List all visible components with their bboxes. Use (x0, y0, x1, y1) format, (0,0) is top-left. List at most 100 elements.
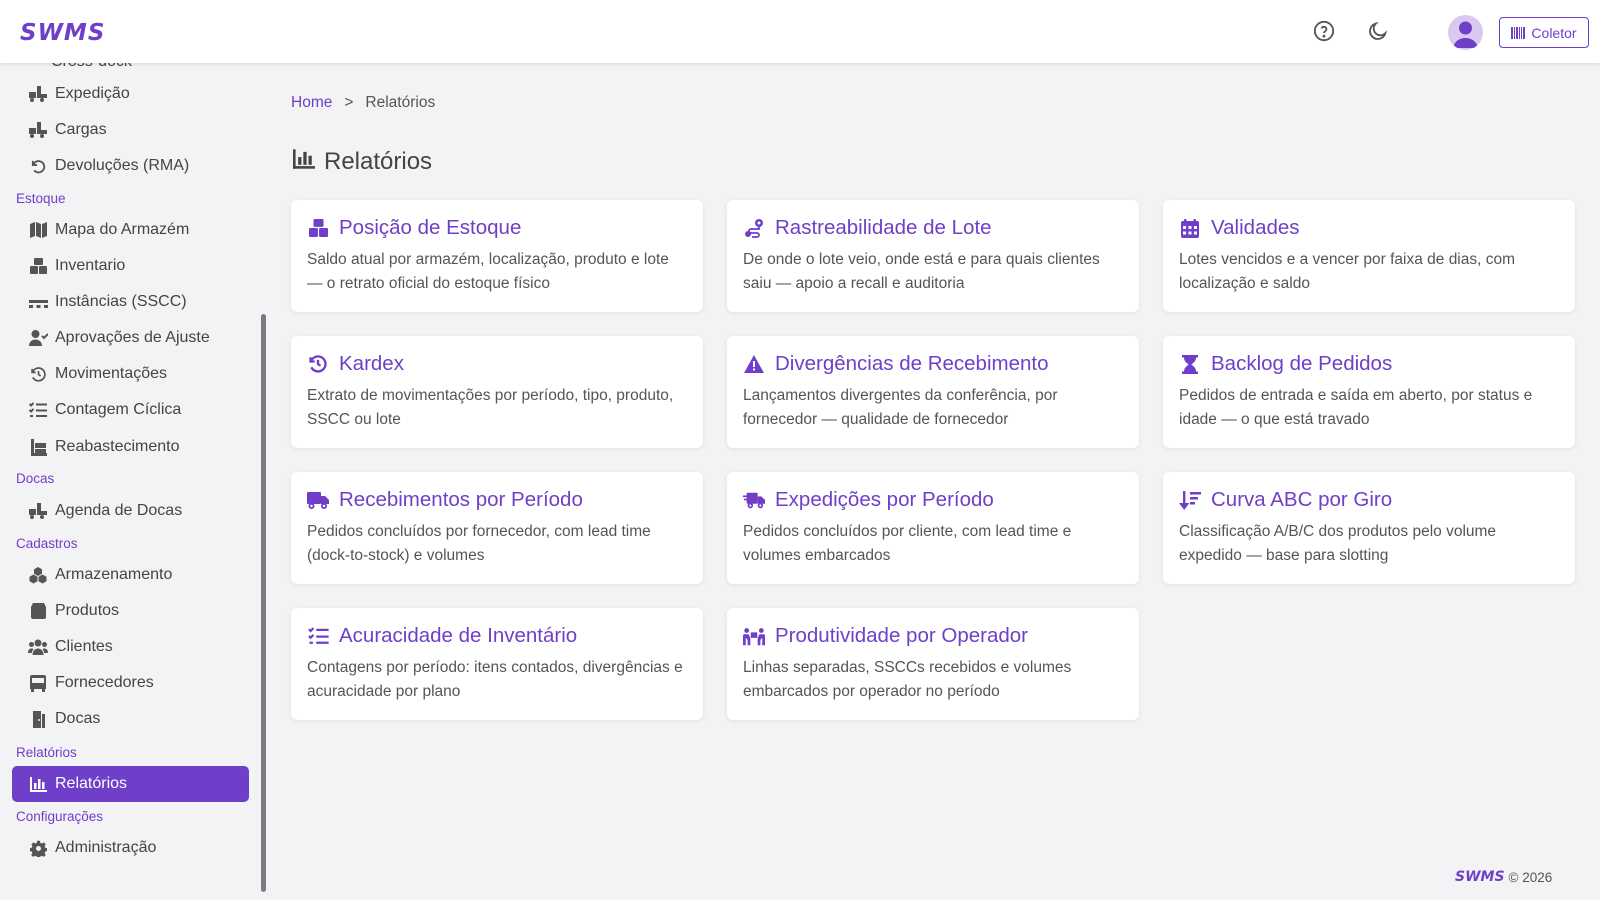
truck-loading-icon (28, 84, 48, 104)
sidebar-item-administracao[interactable]: Administração (12, 830, 249, 866)
sidebar-item-cargas[interactable]: Cargas (12, 112, 249, 148)
sidebar-item-label: Inventario (55, 257, 126, 274)
route-icon (743, 217, 765, 239)
report-card-title: Acuracidade de Inventário (339, 624, 578, 647)
sidebar-item-contagem-ciclica[interactable]: Contagem Cíclica (12, 392, 249, 428)
sidebar-item-armazenamento[interactable]: Armazenamento (12, 557, 249, 593)
report-card-title: Backlog de Pedidos (1211, 352, 1393, 375)
report-card-divergencias-recebimento[interactable]: Divergências de Recebimento Lançamentos … (727, 336, 1139, 448)
report-card-description: Classificação A/B/C dos produtos pelo vo… (1179, 523, 1497, 564)
breadcrumb-home-link[interactable]: Home (291, 94, 332, 112)
list-check-icon (28, 400, 48, 420)
footer-logo: SWMS (1455, 869, 1505, 885)
sidebar-item-clientes[interactable]: Clientes (12, 629, 249, 665)
chart-bar-icon (293, 148, 315, 176)
breadcrumb-separator: > (344, 94, 354, 111)
report-card-acuracidade-inventario[interactable]: Acuracidade de Inventário Contagens por … (291, 608, 703, 720)
sort-down-icon (1179, 489, 1201, 511)
sidebar-item-label: Contagem Cíclica (55, 401, 182, 418)
sidebar-item-devolucoes[interactable]: Devoluções (RMA) (12, 148, 249, 184)
sidebar-item-produtos[interactable]: Produtos (12, 593, 249, 629)
report-card-backlog-pedidos[interactable]: Backlog de Pedidos Pedidos de entrada e … (1163, 336, 1575, 448)
warning-icon (743, 353, 765, 375)
sidebar-item-label: Cargas (55, 121, 107, 138)
report-card-rastreabilidade-lote[interactable]: Rastreabilidade de Lote De onde o lote v… (727, 200, 1139, 312)
sidebar-item-label: Clientes (55, 638, 113, 655)
user-avatar-icon[interactable] (1448, 15, 1483, 50)
sidebar-section-estoque: Estoque (16, 191, 66, 206)
report-card-description: De onde o lote veio, onde está e para qu… (743, 251, 1100, 292)
gear-icon (28, 838, 48, 858)
hourglass-icon (1179, 353, 1201, 375)
sidebar-cut-item: Cross-dock (51, 63, 132, 71)
top-bar: SWMS Coletor (0, 0, 1600, 63)
sidebar-section-configuracoes: Configurações (16, 809, 104, 824)
brand-logo[interactable]: SWMS (20, 18, 105, 48)
report-card-description: Linhas separadas, SSCCs recebidos e volu… (743, 659, 1072, 700)
dolly-icon (28, 437, 48, 457)
sidebar-item-docas[interactable]: Docas (12, 701, 249, 737)
help-circle-icon[interactable] (1311, 18, 1337, 44)
report-card-description: Lotes vencidos e a vencer por faixa de d… (1179, 251, 1516, 292)
sidebar-item-label: Armazenamento (55, 566, 173, 583)
sidebar-item-agenda-docas[interactable]: Agenda de Docas (12, 493, 249, 529)
people-carry-icon (743, 625, 765, 647)
report-card-curva-abc[interactable]: Curva ABC por Giro Classificação A/B/C d… (1163, 472, 1575, 584)
sidebar: Cross-dock Expedição Cargas Devoluções (… (0, 63, 270, 900)
sidebar-item-label: Administração (55, 839, 157, 856)
sidebar-item-label: Agenda de Docas (55, 502, 183, 519)
sidebar-scrollbar[interactable] (261, 314, 266, 892)
sidebar-item-inventario[interactable]: Inventario (12, 248, 249, 284)
report-card-description: Pedidos concluídos por cliente, com lead… (743, 523, 1072, 564)
truck-fast-icon (743, 489, 765, 511)
report-card-description: Lançamentos divergentes da conferência, … (743, 387, 1058, 428)
report-card-kardex[interactable]: Kardex Extrato de movimentações por perí… (291, 336, 703, 448)
page-title: Relatórios (293, 148, 432, 176)
report-card-posicao-estoque[interactable]: Posição de Estoque Saldo atual por armaz… (291, 200, 703, 312)
sidebar-item-label: Mapa do Armazém (55, 221, 190, 238)
pallet-icon (28, 292, 48, 312)
page-title-text: Relatórios (324, 148, 433, 175)
sidebar-item-label: Fornecedores (55, 674, 154, 691)
report-card-produtividade-operador[interactable]: Produtividade por Operador Linhas separa… (727, 608, 1139, 720)
report-card-title: Rastreabilidade de Lote (775, 216, 992, 239)
report-card-title: Curva ABC por Giro (1211, 488, 1393, 511)
sidebar-item-label: Aprovações de Ajuste (55, 329, 210, 346)
sidebar-item-expedicao[interactable]: Expedição (12, 76, 249, 112)
cubes-icon (28, 565, 48, 585)
report-card-description: Saldo atual por armazém, localização, pr… (307, 251, 669, 292)
sidebar-item-relatorios[interactable]: Relatórios (12, 766, 249, 802)
report-card-validades[interactable]: Validades Lotes vencidos e a vencer por … (1163, 200, 1575, 312)
report-card-recebimentos-periodo[interactable]: Recebimentos por Período Pedidos concluí… (291, 472, 703, 584)
sidebar-item-aprovacoes[interactable]: Aprovações de Ajuste (12, 320, 249, 356)
report-card-title: Kardex (339, 352, 404, 375)
coletor-button[interactable]: Coletor (1499, 17, 1589, 48)
boxes-icon (307, 217, 329, 239)
undo-icon (28, 156, 48, 176)
report-card-description: Extrato de movimentações por período, ti… (307, 387, 674, 428)
chart-bar-icon (28, 774, 48, 794)
sidebar-item-label: Movimentações (55, 365, 168, 382)
moon-icon[interactable] (1365, 18, 1391, 44)
report-card-description: Pedidos concluídos por fornecedor, com l… (307, 523, 651, 564)
coletor-label: Coletor (1531, 24, 1577, 41)
footer-copyright: © 2026 (1508, 869, 1553, 885)
truck-loading-icon (28, 501, 48, 521)
user-check-icon (28, 328, 48, 348)
sidebar-item-label: Docas (55, 710, 101, 727)
report-card-expedicoes-periodo[interactable]: Expedições por Período Pedidos concluído… (727, 472, 1139, 584)
sidebar-item-movimentacoes[interactable]: Movimentações (12, 356, 249, 392)
sidebar-item-label: Reabastecimento (55, 438, 180, 455)
breadcrumb: Home > Relatórios (291, 94, 435, 112)
report-card-title: Produtividade por Operador (775, 624, 1028, 647)
history-icon (307, 353, 329, 375)
sidebar-item-mapa-armazem[interactable]: Mapa do Armazém (12, 212, 249, 248)
sidebar-item-fornecedores[interactable]: Fornecedores (12, 665, 249, 701)
sidebar-item-reabastecimento[interactable]: Reabastecimento (12, 429, 249, 465)
report-card-title: Expedições por Período (775, 488, 994, 511)
sidebar-item-label: Instâncias (SSCC) (55, 293, 187, 310)
report-card-description: Contagens por período: itens contados, d… (307, 659, 683, 700)
bus-icon (28, 673, 48, 693)
sidebar-item-instancias[interactable]: Instâncias (SSCC) (12, 284, 249, 320)
report-card-title: Divergências de Recebimento (775, 352, 1049, 375)
